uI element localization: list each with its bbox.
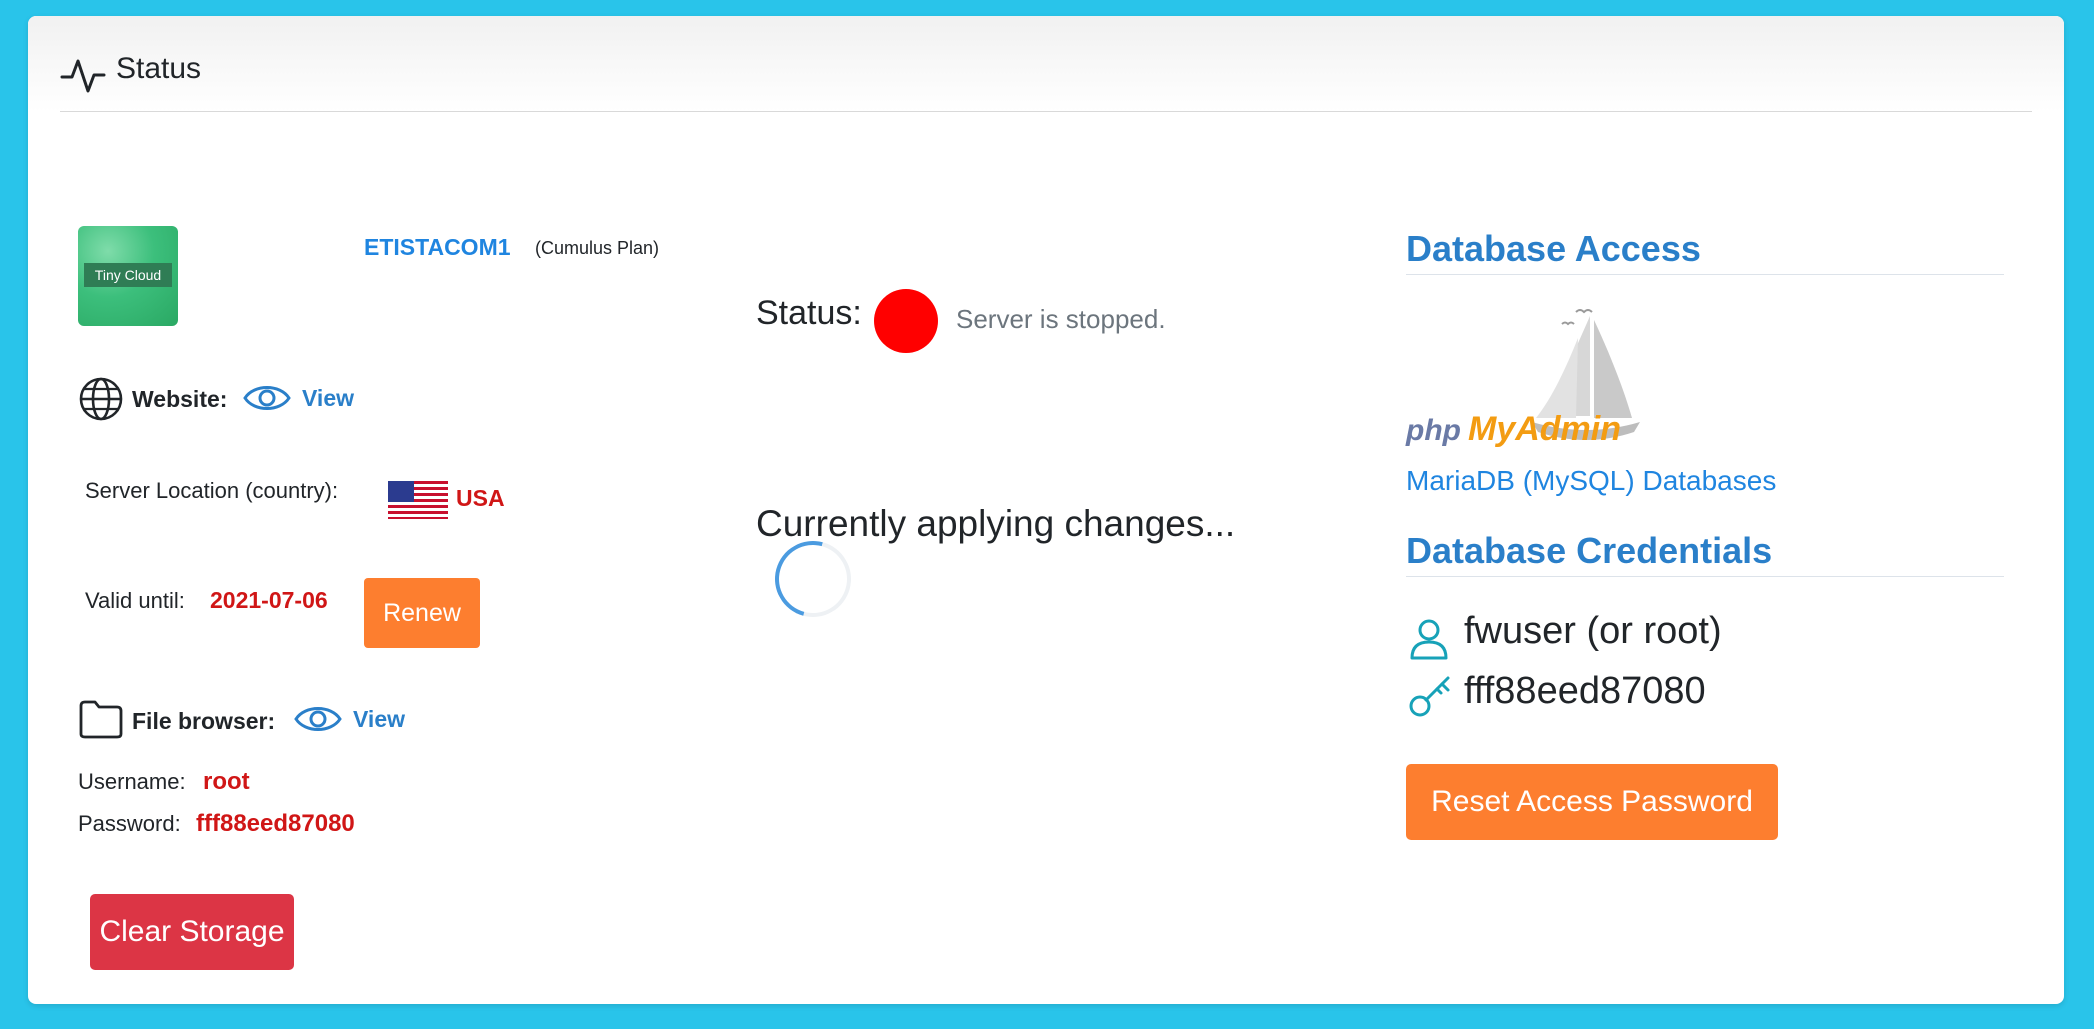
file-browser-view-text: View <box>353 705 405 732</box>
database-access-divider <box>1406 274 2004 275</box>
file-browser-view-link[interactable]: View <box>293 701 405 737</box>
renew-button[interactable]: Renew <box>364 578 480 648</box>
status-card: Status Tiny Cloud ETISTACOM1 (Cumulus Pl… <box>28 16 2064 1004</box>
password-label: Password: <box>78 811 181 836</box>
card-header: Status <box>28 16 2064 112</box>
server-status-label: Status: <box>756 294 862 332</box>
database-credentials-title: Database Credentials <box>1406 530 1773 571</box>
eye-icon <box>294 707 342 731</box>
valid-until-label: Valid until: <box>85 588 185 613</box>
file-browser-label: File browser: <box>132 708 276 734</box>
plan-name: ETISTACOM1 <box>364 234 511 260</box>
db-password: fff88eed87080 <box>1464 670 1706 712</box>
username-label: Username: <box>78 769 186 794</box>
phpmyadmin-logo-myadmin: MyAdmin <box>1468 410 1621 448</box>
plan-thumbnail-label: Tiny Cloud <box>84 263 172 287</box>
valid-until-date: 2021-07-06 <box>210 587 328 613</box>
website-label: Website: <box>132 386 228 412</box>
reset-access-password-button[interactable]: Reset Access Password <box>1406 764 1778 840</box>
server-status-indicator <box>874 289 938 353</box>
clear-storage-button[interactable]: Clear Storage <box>90 894 294 970</box>
applying-changes-text: Currently applying changes... <box>756 503 1236 544</box>
db-username: fwuser (or root) <box>1464 610 1722 652</box>
username-value: root <box>203 768 250 795</box>
website-view-text: View <box>302 384 354 411</box>
page-title: Status <box>116 52 202 85</box>
eye-icon <box>243 386 291 410</box>
server-location-country: USA <box>456 485 505 511</box>
database-access-title: Database Access <box>1406 228 1701 269</box>
password-value: fff88eed87080 <box>196 810 355 837</box>
website-view-link[interactable]: View <box>242 380 354 416</box>
server-location-label: Server Location (country): <box>85 478 339 503</box>
database-credentials-divider <box>1406 576 2004 577</box>
usa-flag-icon <box>388 481 448 519</box>
mariadb-databases-link[interactable]: MariaDB (MySQL) Databases <box>1406 465 1776 497</box>
phpmyadmin-logo[interactable]: php MyAdmin <box>1406 298 1666 458</box>
user-icon <box>1410 619 1448 660</box>
key-icon <box>1409 676 1450 717</box>
plan-type: (Cumulus Plan) <box>535 238 660 258</box>
server-status-text: Server is stopped. <box>956 304 1166 334</box>
plan-thumbnail: Tiny Cloud <box>78 226 178 326</box>
header-divider <box>60 111 2032 112</box>
activity-icon <box>60 59 106 93</box>
phpmyadmin-logo-php: php <box>1406 414 1461 447</box>
globe-icon <box>79 377 123 421</box>
folder-icon <box>79 700 123 739</box>
